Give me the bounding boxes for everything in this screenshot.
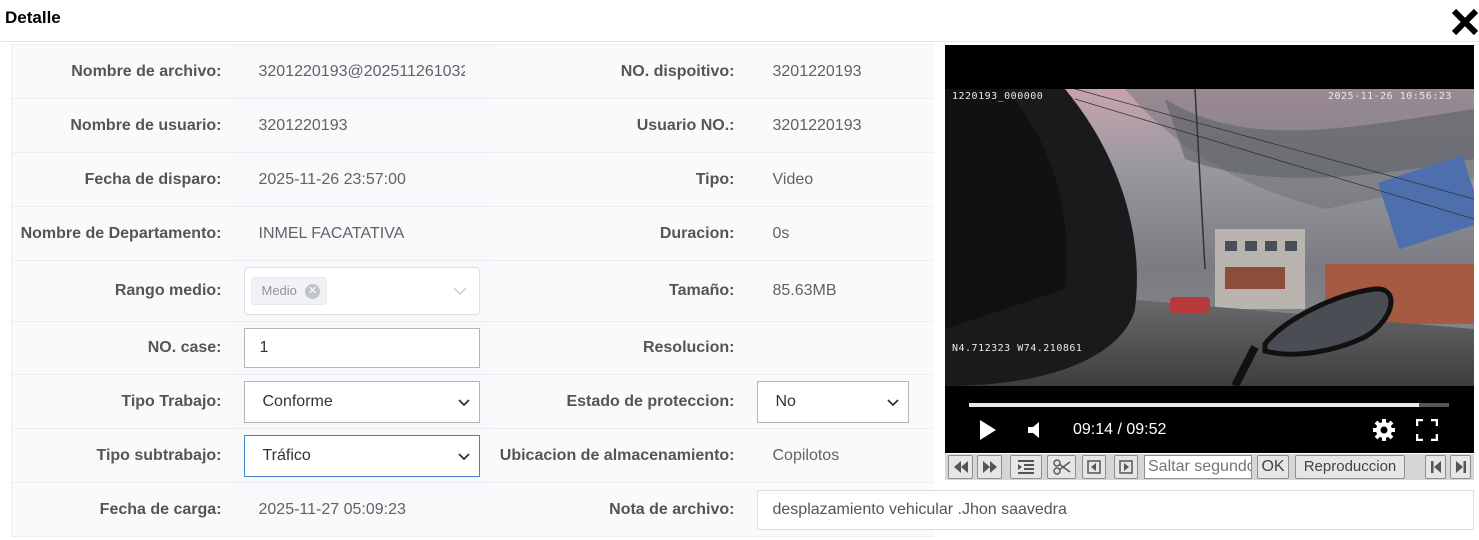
chevron-down-icon [457,452,470,460]
progress-bar[interactable] [969,403,1449,407]
label-resolution: Resolucion: [492,321,744,375]
label-department: Nombre de Departamento: [11,206,231,261]
seek-seconds-input[interactable]: Saltar segundos [1144,455,1252,479]
osd-gps: N4.712323 W74.210861 [952,343,1083,354]
fullscreen-icon[interactable] [1416,419,1438,441]
value-user-no: 3201220193 [743,98,934,153]
file-note-input[interactable]: desplazamiento vehicular .Jhon saavedra [756,489,1474,530]
label-protection: Estado de proteccion: [492,374,744,429]
row-case-no: NO. case: 1 Resolucion: [11,321,934,375]
progress-fill [969,403,1419,407]
value-storage: Copilotos [743,428,934,483]
value-duration: 0s [743,206,934,261]
chevron-down-icon [886,398,899,406]
video-frame[interactable] [945,89,1474,386]
next-frame-icon[interactable] [1114,455,1138,479]
value-device-no: 3201220193 [743,44,934,99]
value-user-name: 3201220193 [230,98,493,153]
case-no-input[interactable]: 1 [243,328,480,368]
value-upload-date: 2025-11-27 05:09:23 [230,482,493,537]
range-tag: Medio ✕ [250,277,327,305]
range-select[interactable]: Medio ✕ [243,267,480,315]
row-department: Nombre de Departamento: INMEL FACATATIVA… [11,206,934,261]
dialog-title: Detalle [5,8,61,27]
row-file-name: Nombre de archivo: 3201220193@2025112610… [11,44,934,99]
play-icon[interactable] [978,419,998,441]
subwork-type-value: Tráfico [262,446,311,464]
row-upload-date: Fecha de carga: 2025-11-27 05:09:23 Nota… [11,482,1474,537]
value-file-name: 3201220193@202511261032 [258,62,465,80]
work-type-select[interactable]: Conforme [243,380,480,423]
label-file-name: Nombre de archivo: [11,44,231,99]
osd-datetime: 2025-11-26 10:56:23 [1328,91,1452,102]
skip-start-icon[interactable] [1425,455,1446,479]
tag-close-icon[interactable]: ✕ [304,283,320,299]
value-trigger-date: 2025-11-26 23:57:00 [230,152,493,207]
row-user-name: Nombre de usuario: 3201220193 Usuario NO… [11,98,934,153]
label-duration: Duracion: [492,206,744,261]
label-user-no: Usuario NO.: [492,98,744,153]
row-trigger-date: Fecha de disparo: 2025-11-26 23:57:00 Ti… [11,152,934,207]
detail-table: Nombre de archivo: 3201220193@2025112610… [11,44,1474,537]
dialog-header: Detalle [0,0,1479,42]
label-type: Tipo: [492,152,744,207]
protection-value: No [775,392,796,410]
label-upload-date: Fecha de carga: [11,482,231,537]
chevron-down-icon [453,287,466,295]
settings-icon[interactable] [1372,418,1396,442]
rewind-icon[interactable] [948,455,973,479]
label-trigger-date: Fecha de disparo: [11,152,231,207]
prev-frame-icon[interactable] [1082,455,1106,479]
time-display: 09:14 / 09:52 [1073,421,1167,438]
value-size: 85.63MB [743,260,934,322]
playlist-icon[interactable] [1010,455,1042,479]
scissors-icon[interactable] [1047,455,1076,479]
osd-device-id: 1220193_000000 [952,91,1044,102]
row-work-type: Tipo Trabajo: Conforme Estado de protecc… [11,374,934,429]
close-icon[interactable] [1449,6,1479,38]
skip-end-icon[interactable] [1450,455,1471,479]
work-type-value: Conforme [262,392,333,410]
volume-icon[interactable] [1025,420,1045,440]
fast-forward-icon[interactable] [977,455,1002,479]
range-tag-label: Medio [261,283,297,298]
value-department: INMEL FACATATIVA [230,206,493,261]
label-user-name: Nombre de usuario: [11,98,231,153]
row-subwork-type: Tipo subtrabajo: Tráfico Ubicacion de al… [11,428,934,483]
subwork-type-select[interactable]: Tráfico [243,434,480,477]
row-range: Rango medio: Medio ✕ Tamaño: 85.63MB [11,260,934,322]
label-device-no: NO. dispoitivo: [492,44,744,99]
label-file-note: Nota de archivo: [492,482,744,537]
chevron-down-icon [457,398,470,406]
video-player[interactable]: 1220193_000000 2025-11-26 10:56:23 N4.71… [945,45,1474,453]
label-case-no: NO. case: [11,321,231,375]
value-type: Video [743,152,934,207]
label-range: Rango medio: [11,260,231,322]
player-toolbar: Saltar segundos OK Reproduccion [945,454,1474,480]
label-storage: Ubicacion de almacenamiento: [492,428,744,483]
label-subwork-type: Tipo subtrabajo: [11,428,231,483]
protection-select[interactable]: No [756,380,909,423]
ok-button[interactable]: OK [1257,455,1289,479]
value-resolution [743,321,934,375]
label-size: Tamaño: [492,260,744,322]
playback-button[interactable]: Reproduccion [1295,455,1405,479]
label-work-type: Tipo Trabajo: [11,374,231,429]
